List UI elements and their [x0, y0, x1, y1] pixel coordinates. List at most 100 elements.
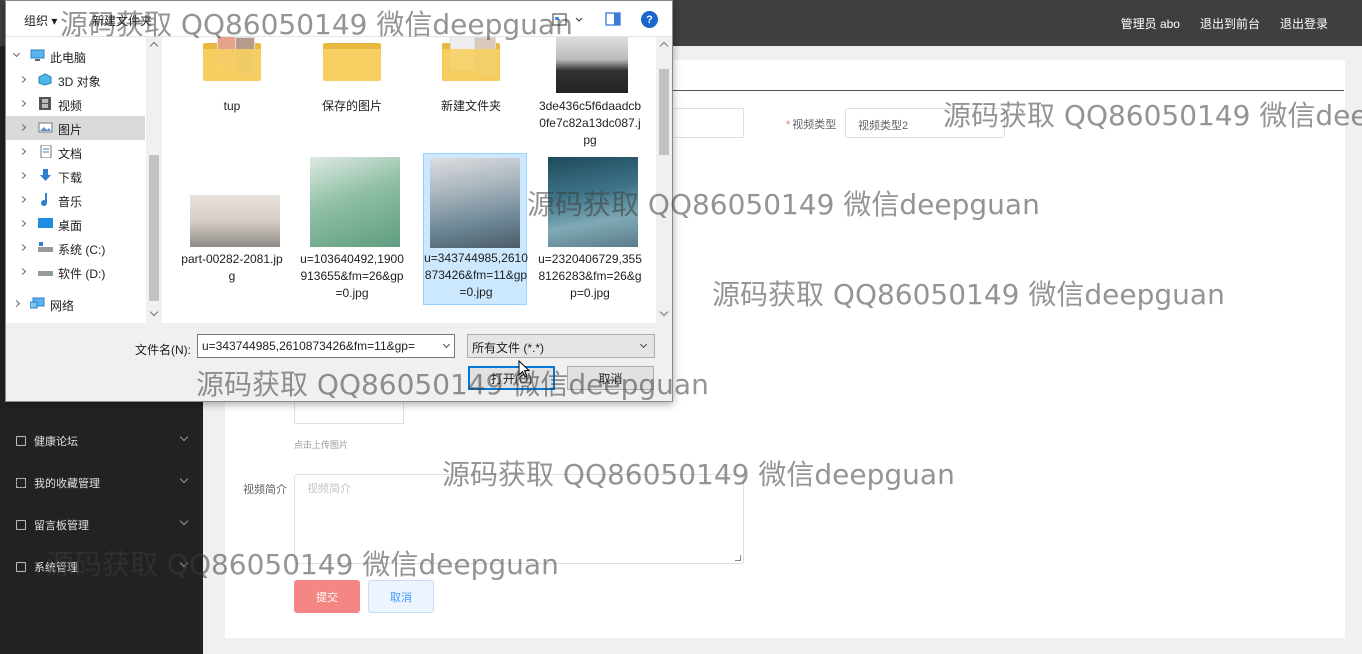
- file-open-dialog: 组织 ▾ 新建文件夹 ? 此电脑 3D 对象 视频 图片 文档 下载 音乐 桌面…: [5, 0, 673, 402]
- nav-item-desktop[interactable]: 桌面: [6, 212, 145, 236]
- chevron-right-icon[interactable]: [18, 267, 27, 276]
- open-button[interactable]: 打开(O): [468, 366, 555, 390]
- scroll-up-icon[interactable]: [149, 41, 159, 51]
- nav-item-videos[interactable]: 视频: [6, 92, 145, 116]
- help-icon[interactable]: ?: [641, 11, 658, 28]
- folder-icon: [442, 37, 500, 81]
- nav-item-pictures[interactable]: 图片: [6, 116, 145, 140]
- dialog-bottom-bar: 文件名(N): u=343744985,2610873426&fm=11&gp=…: [6, 323, 672, 401]
- image-thumbnail: [310, 157, 400, 247]
- file-item-folder[interactable]: tup: [180, 37, 284, 137]
- header-divider: [672, 90, 1344, 91]
- exit-to-frontend-link[interactable]: 退出到前台: [1200, 15, 1260, 32]
- chevron-right-icon[interactable]: [18, 243, 27, 252]
- scrollbar-thumb[interactable]: [659, 69, 669, 155]
- video-type-input[interactable]: 视频类型2: [845, 108, 1005, 138]
- submit-button[interactable]: 提交: [294, 580, 360, 613]
- file-item-image-selected[interactable]: u=343744985,2610873426&fm=11&gp=0.jpg: [423, 153, 528, 305]
- nav-item-documents[interactable]: 文档: [6, 140, 145, 164]
- video-intro-placeholder: 视频简介: [307, 483, 351, 495]
- desktop-icon: [38, 217, 53, 230]
- mouse-cursor-icon: [518, 359, 531, 378]
- dialog-cancel-button[interactable]: 取消: [567, 366, 654, 390]
- image-thumbnail: [556, 37, 628, 93]
- chevron-right-icon[interactable]: [18, 171, 27, 180]
- chevron-down-icon[interactable]: [442, 340, 451, 349]
- cancel-button[interactable]: 取消: [368, 580, 434, 613]
- nav-item-drive-d[interactable]: 软件 (D:): [6, 260, 145, 284]
- image-upload-box[interactable]: [294, 400, 404, 424]
- file-item-image[interactable]: 3de436c5f6daadcb0fe7c82a13dc087.jpg: [538, 37, 642, 153]
- nav-item-drive-c[interactable]: 系统 (C:): [6, 236, 145, 260]
- files-pane: tup 保存的图片 新建文件夹 3de436c5f6daadcb0fe7c82a…: [162, 37, 656, 323]
- chevron-right-icon[interactable]: [18, 195, 27, 204]
- file-item-image[interactable]: u=103640492,1900913655&fm=26&gp=0.jpg: [300, 155, 404, 300]
- chevron-right-icon[interactable]: [18, 147, 27, 156]
- logout-link[interactable]: 退出登录: [1280, 15, 1328, 32]
- filename-label: 文件名(N):: [135, 343, 191, 357]
- chevron-down-icon: [179, 516, 189, 526]
- files-scrollbar[interactable]: [656, 37, 672, 323]
- sidebar-item-label: 系统管理: [34, 562, 78, 574]
- sidebar-item-messages[interactable]: 留言板管理: [0, 504, 203, 546]
- resize-handle-icon[interactable]: [735, 555, 741, 561]
- scrollbar-thumb[interactable]: [149, 155, 159, 301]
- chevron-down-icon: [639, 340, 648, 349]
- view-options-icon[interactable]: [552, 12, 584, 28]
- scroll-down-icon[interactable]: [149, 307, 159, 317]
- scroll-down-icon[interactable]: [659, 307, 669, 317]
- sidebar-item-health-forum[interactable]: 健康论坛: [0, 420, 203, 462]
- file-type-value: 所有文件 (*.*): [472, 341, 545, 355]
- nav-item-music[interactable]: 音乐: [6, 188, 145, 212]
- file-item-image[interactable]: u=2320406729,3558126283&fm=26&gp=0.jpg: [538, 155, 642, 323]
- sidebar-item-label: 健康论坛: [34, 436, 78, 448]
- document-icon: [38, 144, 53, 159]
- download-arrow-icon: [38, 169, 53, 182]
- video-intro-textarea[interactable]: 视频简介: [294, 474, 744, 564]
- nav-item-this-pc[interactable]: 此电脑: [6, 44, 145, 68]
- sidebar-item-label: 我的收藏管理: [34, 478, 100, 490]
- chevron-right-icon[interactable]: [18, 99, 27, 108]
- chevron-down-icon: [179, 558, 189, 568]
- chevron-right-icon[interactable]: [18, 219, 27, 228]
- sidebar-item-favorites[interactable]: 我的收藏管理: [0, 462, 203, 504]
- chevron-down-icon: [179, 432, 189, 442]
- video-type-label: * 视频类型: [786, 119, 837, 131]
- music-note-icon: [38, 193, 53, 206]
- monitor-icon: [16, 520, 26, 530]
- system-drive-icon: [38, 241, 53, 254]
- video-intro-label: 视频简介: [243, 484, 287, 496]
- image-thumbnail: [430, 158, 520, 248]
- chevron-right-icon[interactable]: [12, 299, 21, 308]
- chevron-right-icon[interactable]: [18, 75, 27, 84]
- file-item-folder[interactable]: 新建文件夹: [419, 37, 523, 137]
- file-item-folder[interactable]: 保存的图片: [300, 37, 404, 137]
- upload-hint: 点击上传图片: [294, 440, 349, 450]
- filename-value: u=343744985,2610873426&fm=11&gp=: [202, 339, 415, 353]
- preview-pane-icon[interactable]: [605, 12, 621, 26]
- sidebar-item-label: 留言板管理: [34, 520, 89, 532]
- fullscreen-icon: [16, 478, 26, 488]
- nav-scrollbar[interactable]: [146, 37, 162, 323]
- new-folder-button[interactable]: 新建文件夹: [92, 12, 152, 29]
- nav-item-3d-objects[interactable]: 3D 对象: [6, 68, 145, 92]
- chevron-down-icon: [179, 474, 189, 484]
- checkbox-icon: [16, 436, 26, 446]
- nav-item-network[interactable]: 网络: [6, 292, 145, 316]
- picture-icon: [38, 121, 53, 134]
- filename-input[interactable]: u=343744985,2610873426&fm=11&gp=: [197, 334, 455, 358]
- computer-icon: [30, 49, 45, 62]
- image-thumbnail: [190, 195, 280, 247]
- image-thumbnail: [548, 157, 638, 247]
- nav-item-downloads[interactable]: 下载: [6, 164, 145, 188]
- sidebar-item-system[interactable]: 系统管理: [0, 546, 203, 588]
- organize-menu-button[interactable]: 组织 ▾: [24, 12, 57, 29]
- chevron-down-icon[interactable]: [12, 49, 21, 58]
- scroll-up-icon[interactable]: [659, 41, 669, 51]
- chevron-right-icon[interactable]: [18, 123, 27, 132]
- file-type-select[interactable]: 所有文件 (*.*): [467, 334, 655, 358]
- folder-icon: [323, 37, 381, 81]
- file-item-image[interactable]: part-00282-2081.jpg: [180, 155, 284, 287]
- admin-user-label[interactable]: 管理员 abo: [1121, 15, 1180, 32]
- video-name-input[interactable]: [672, 108, 744, 138]
